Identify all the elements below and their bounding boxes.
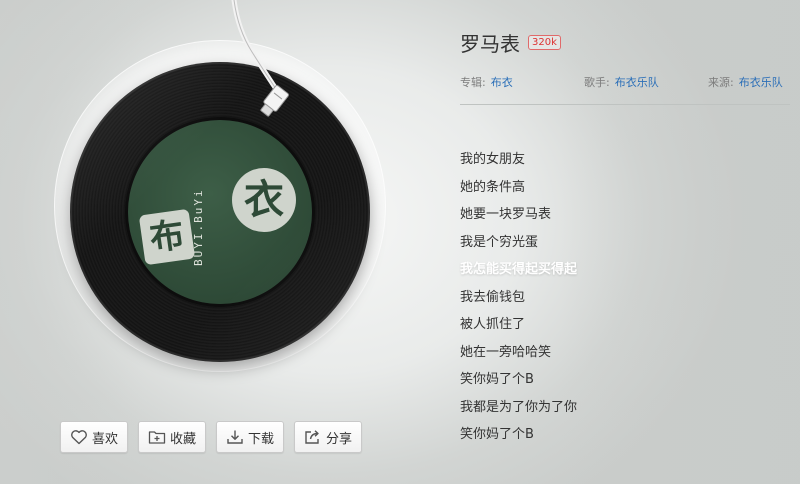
like-label: 喜欢 — [92, 431, 119, 447]
song-meta: 专辑: 布衣 歌手: 布衣乐队 来源: 布衣乐队 — [460, 74, 790, 90]
folder-add-icon — [148, 431, 166, 444]
record-player: 布 衣 BUYI.BuYi — [54, 0, 386, 380]
lyric-line: 她的条件高 — [460, 179, 526, 195]
lyric-line: 她要一块罗马表 — [460, 207, 552, 222]
album-info: 专辑: 布衣 — [460, 74, 584, 90]
download-button[interactable]: 下载 — [216, 421, 285, 453]
singer-info: 歌手: 布衣乐队 — [584, 74, 708, 90]
quality-badge[interactable]: 320k — [528, 35, 561, 50]
record-label-text: BUYI.BuYi — [192, 188, 205, 266]
lyric-line-current: 我怎能买得起买得起 — [460, 262, 578, 277]
band-logo-right: 衣 — [232, 168, 296, 232]
song-title: 罗马表 — [460, 32, 520, 56]
record-label: 布 衣 BUYI.BuYi — [128, 120, 312, 304]
collect-label: 收藏 — [170, 431, 197, 447]
action-bar: 喜欢 收藏 下载 分享 — [60, 421, 363, 453]
source-link[interactable]: 布衣乐队 — [739, 74, 783, 90]
lyric-line: 我都是为了你为了你 — [460, 399, 578, 415]
vinyl-record: 布 衣 BUYI.BuYi — [70, 62, 370, 362]
share-button[interactable]: 分享 — [294, 421, 363, 453]
lyrics-list: 我的女朋友 她的条件高 她要一块罗马表 我是个穷光蛋 我怎能买得起买得起 我去偷… — [460, 150, 790, 453]
divider — [460, 104, 790, 105]
lyric-line: 笑你妈了个B — [460, 372, 534, 387]
lyric-line: 我去偷钱包 — [460, 289, 526, 305]
like-button[interactable]: 喜欢 — [60, 421, 129, 453]
collect-button[interactable]: 收藏 — [138, 421, 207, 453]
lyric-line: 我是个穷光蛋 — [460, 234, 539, 250]
heart-icon — [71, 430, 87, 445]
download-icon — [227, 430, 243, 444]
singer-key: 歌手: — [584, 76, 610, 89]
album-link[interactable]: 布衣 — [491, 74, 513, 90]
lyric-line: 我的女朋友 — [460, 152, 526, 167]
share-label: 分享 — [326, 431, 353, 447]
title-row: 罗马表 320k — [460, 28, 790, 57]
lyric-line: 笑你妈了个B — [460, 427, 534, 442]
share-icon — [305, 430, 319, 444]
download-label: 下载 — [248, 431, 275, 447]
lyric-line: 她在一旁哈哈笑 — [460, 344, 552, 360]
tonearm-icon — [231, 0, 289, 117]
source-info: 来源: 布衣乐队 — [708, 74, 783, 90]
lyric-line: 被人抓住了 — [460, 317, 526, 332]
album-key: 专辑: — [460, 76, 486, 89]
band-logo-left: 布 — [138, 208, 196, 266]
source-key: 来源: — [708, 76, 734, 89]
song-info: 罗马表 320k 专辑: 布衣 歌手: 布衣乐队 来源: 布衣乐队 — [460, 28, 790, 105]
singer-link[interactable]: 布衣乐队 — [615, 74, 659, 90]
